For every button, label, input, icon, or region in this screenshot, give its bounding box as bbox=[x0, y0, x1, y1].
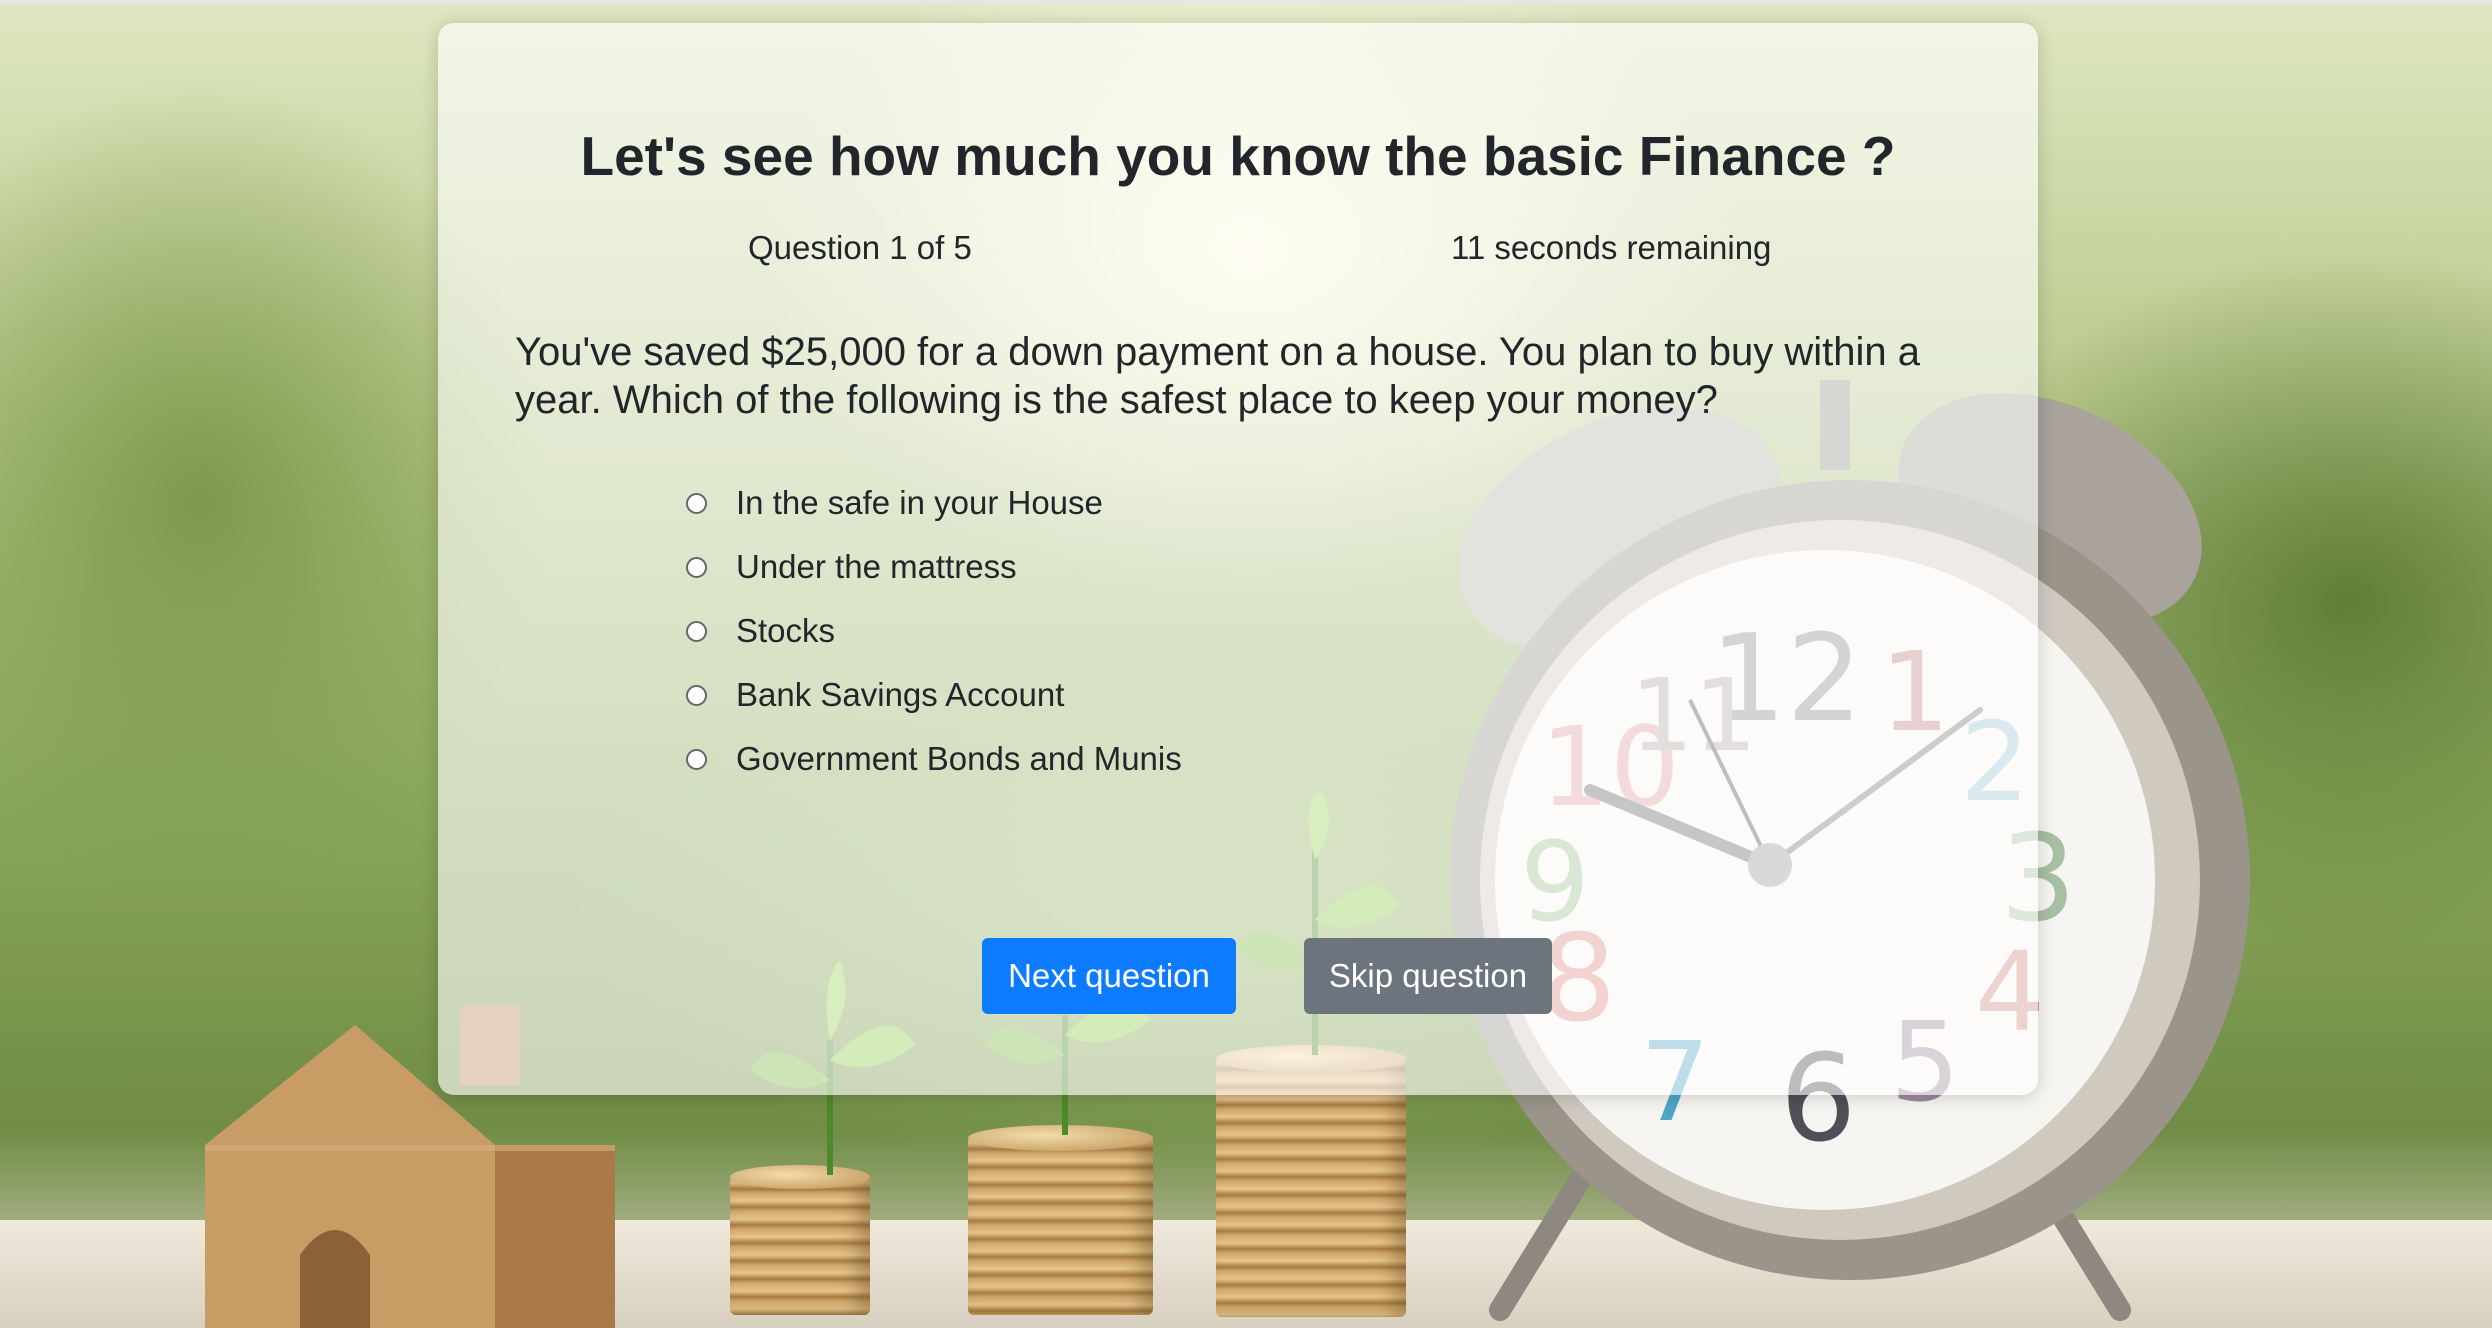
answer-options: In the safe in your House Under the matt… bbox=[686, 471, 1182, 791]
quiz-card: Let's see how much you know the basic Fi… bbox=[438, 23, 2038, 1095]
answer-option[interactable]: In the safe in your House bbox=[686, 471, 1182, 535]
answer-option-label: Bank Savings Account bbox=[736, 676, 1065, 713]
coin-stack-small bbox=[730, 1175, 870, 1315]
browser-top-border bbox=[0, 0, 2492, 4]
answer-option-label: In the safe in your House bbox=[736, 484, 1103, 521]
answer-option[interactable]: Stocks bbox=[686, 599, 1182, 663]
answer-option[interactable]: Bank Savings Account bbox=[686, 663, 1182, 727]
radio-button[interactable] bbox=[686, 556, 707, 578]
radio-button[interactable] bbox=[686, 684, 707, 706]
question-counter: Question 1 of 5 bbox=[748, 229, 972, 266]
next-question-button[interactable]: Next question bbox=[982, 938, 1236, 1014]
skip-question-button[interactable]: Skip question bbox=[1304, 938, 1552, 1014]
coin-stack-medium bbox=[968, 1135, 1153, 1315]
answer-option-label: Stocks bbox=[736, 612, 836, 649]
radio-button[interactable] bbox=[686, 748, 707, 770]
answer-option[interactable]: Under the mattress bbox=[686, 535, 1182, 599]
radio-button[interactable] bbox=[686, 620, 707, 642]
answer-option-label: Under the mattress bbox=[736, 548, 1017, 585]
radio-button[interactable] bbox=[686, 492, 707, 514]
quiz-title: Let's see how much you know the basic Fi… bbox=[580, 125, 1896, 187]
answer-option-label: Government Bonds and Munis bbox=[736, 740, 1182, 777]
question-text: You've saved $25,000 for a down payment … bbox=[515, 330, 1920, 422]
answer-option[interactable]: Government Bonds and Munis bbox=[686, 727, 1182, 791]
countdown-timer: 11 seconds remaining bbox=[1451, 229, 1772, 266]
